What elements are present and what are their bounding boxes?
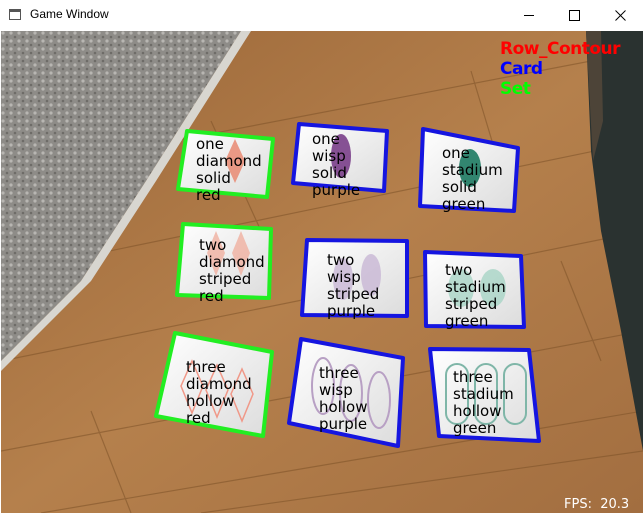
camera-frame bbox=[1, 31, 643, 513]
close-icon bbox=[614, 10, 626, 21]
fps-counter: FPS: 20.3 bbox=[564, 497, 629, 512]
minimize-icon bbox=[523, 15, 534, 16]
card-label-3: one stadium solid green bbox=[442, 144, 503, 213]
card-label-8: three wisp hollow purple bbox=[319, 364, 368, 433]
card-label-5: two wisp striped purple bbox=[327, 251, 380, 320]
card-label-4: two diamond striped red bbox=[199, 236, 265, 305]
window-title: Game Window bbox=[30, 7, 109, 21]
card-label-7: three diamond hollow red bbox=[186, 358, 252, 427]
fps-value: 20.3 bbox=[600, 497, 630, 512]
minimize-button[interactable] bbox=[506, 0, 552, 31]
fps-label: FPS: bbox=[564, 497, 592, 512]
card-label-2: one wisp solid purple bbox=[312, 130, 361, 199]
close-button[interactable] bbox=[597, 0, 643, 31]
maximize-button[interactable] bbox=[551, 0, 597, 31]
card-label-1: one diamond solid red bbox=[196, 135, 262, 204]
card-label-6: two stadium striped green bbox=[445, 261, 506, 330]
maximize-icon bbox=[568, 10, 580, 21]
legend-card: Card bbox=[500, 59, 543, 79]
app-window-icon bbox=[9, 9, 21, 20]
game-window: Game Window Row_Contour Card Set one dia… bbox=[0, 0, 644, 514]
legend-set: Set bbox=[500, 79, 531, 99]
card-label-9: three stadium hollow green bbox=[453, 368, 514, 437]
camera-view: Row_Contour Card Set one diamond solid r… bbox=[1, 31, 643, 513]
title-bar[interactable]: Game Window bbox=[0, 0, 644, 31]
legend-row-contour: Row_Contour bbox=[500, 39, 621, 59]
